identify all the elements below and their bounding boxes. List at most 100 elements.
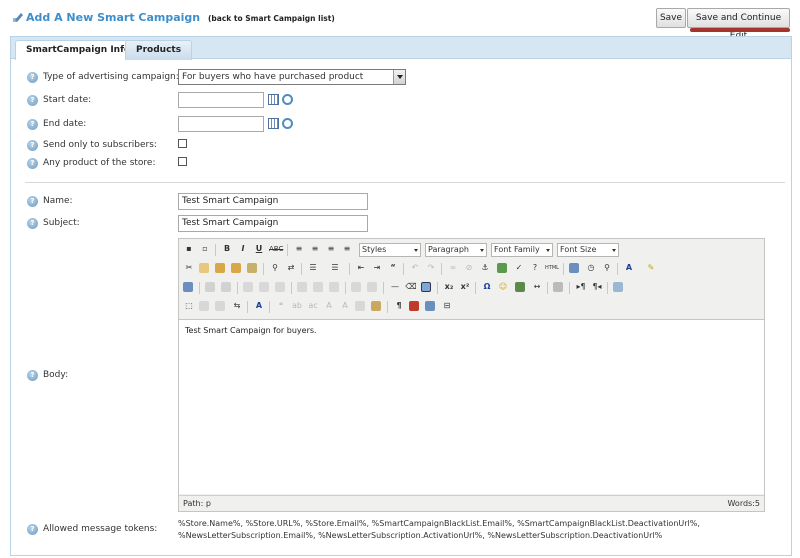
move-backward-icon[interactable] — [215, 301, 225, 311]
cell-props-icon[interactable] — [221, 282, 231, 292]
calendar-icon[interactable] — [268, 94, 279, 105]
help-editor-icon[interactable]: ? — [529, 262, 541, 274]
preview-icon[interactable]: ⚲ — [601, 262, 613, 274]
redo-icon[interactable]: ↷ — [425, 262, 437, 274]
back-to-list-link[interactable]: (back to Smart Campaign list) — [208, 14, 335, 23]
tab-products[interactable]: Products — [125, 40, 193, 60]
subscript-icon[interactable]: x₂ — [443, 281, 455, 293]
help-icon[interactable]: ? — [27, 119, 38, 130]
align-right-icon[interactable]: ≡ — [325, 243, 337, 255]
start-date-input[interactable] — [178, 92, 264, 108]
help-icon[interactable]: ? — [27, 370, 38, 381]
insert-layer-icon[interactable]: ⬚ — [183, 300, 195, 312]
clock-icon[interactable] — [282, 94, 293, 105]
delete-col-icon[interactable] — [329, 282, 339, 292]
align-center-icon[interactable]: ≡ — [309, 243, 321, 255]
numbered-list-icon[interactable]: ☰ — [329, 262, 341, 274]
del-icon[interactable]: A — [323, 300, 335, 312]
paste-text-icon[interactable] — [231, 263, 241, 273]
font-family-select[interactable]: Font Family — [491, 243, 553, 257]
bold-icon[interactable]: B — [221, 243, 233, 255]
end-date-input[interactable] — [178, 116, 264, 132]
align-left-icon[interactable]: ≡ — [293, 243, 305, 255]
subject-input[interactable]: Test Smart Campaign — [178, 215, 368, 232]
delete-row-icon[interactable] — [275, 282, 285, 292]
special-char-icon[interactable]: Ω — [481, 281, 493, 293]
split-cells-icon[interactable] — [351, 282, 361, 292]
save-and-continue-button[interactable]: Save and Continue Edit — [687, 8, 790, 41]
horizontal-rule-icon[interactable]: — — [389, 281, 401, 293]
help-icon[interactable]: ? — [27, 218, 38, 229]
row-props-icon[interactable] — [205, 282, 215, 292]
new-document-icon[interactable]: ▫ — [199, 243, 211, 255]
help-icon[interactable]: ? — [27, 524, 38, 535]
merge-cells-icon[interactable] — [367, 282, 377, 292]
outdent-icon[interactable]: ⇤ — [355, 262, 367, 274]
rtl-icon[interactable]: ¶◂ — [591, 281, 603, 293]
font-size-select[interactable]: Font Size — [557, 243, 619, 257]
replace-icon[interactable]: ⇄ — [285, 262, 297, 274]
move-forward-icon[interactable] — [199, 301, 209, 311]
help-icon[interactable]: ? — [27, 72, 38, 83]
help-icon[interactable]: ? — [27, 140, 38, 151]
find-icon[interactable]: ⚲ — [269, 262, 281, 274]
insert-date-icon[interactable] — [569, 263, 579, 273]
table-icon[interactable] — [183, 282, 193, 292]
remove-format-icon[interactable]: ⌫ — [405, 281, 417, 293]
visual-chars-icon[interactable]: ⊟ — [441, 300, 453, 312]
link-icon[interactable]: ∞ — [447, 262, 459, 274]
attribs-icon[interactable] — [355, 301, 365, 311]
insert-row-after-icon[interactable] — [259, 282, 269, 292]
help-icon[interactable]: ? — [27, 158, 38, 169]
campaign-type-select[interactable]: For buyers who have purchased product — [178, 69, 406, 85]
align-justify-icon[interactable]: ≡ — [341, 243, 353, 255]
calendar-icon[interactable] — [268, 118, 279, 129]
anchor-icon[interactable]: ⚓ — [479, 262, 491, 274]
visual-aid-icon[interactable] — [421, 282, 431, 292]
print-icon[interactable] — [553, 282, 563, 292]
insert-col-after-icon[interactable] — [313, 282, 323, 292]
media-icon[interactable] — [515, 282, 525, 292]
text-color-icon[interactable]: A — [623, 262, 635, 274]
styles-select[interactable]: Styles — [359, 243, 421, 257]
nonbreaking-icon[interactable] — [409, 301, 419, 311]
undo-icon[interactable]: ↶ — [409, 262, 421, 274]
tab-smartcampaign-info[interactable]: SmartCampaign Info — [15, 40, 142, 60]
ins-icon[interactable]: A — [339, 300, 351, 312]
clock-icon[interactable] — [282, 118, 293, 129]
template-icon[interactable] — [371, 301, 381, 311]
cleanup-icon[interactable]: ✓ — [513, 262, 525, 274]
help-icon[interactable]: ? — [27, 196, 38, 207]
help-icon[interactable]: ? — [27, 95, 38, 106]
paragraph-select[interactable]: Paragraph — [425, 243, 487, 257]
copy-icon[interactable] — [199, 263, 209, 273]
underline-icon[interactable]: U — [253, 243, 265, 255]
editor-content-area[interactable]: Test Smart Campaign for buyers. — [179, 319, 764, 494]
background-color-icon[interactable]: ✎ — [645, 262, 657, 274]
ltr-icon[interactable]: ▸¶ — [575, 281, 587, 293]
indent-icon[interactable]: ⇥ — [371, 262, 383, 274]
blockquote-icon[interactable]: “ — [387, 262, 399, 274]
cut-icon[interactable]: ✂ — [183, 262, 195, 274]
absolute-icon[interactable]: ⇆ — [231, 300, 243, 312]
show-blocks-icon[interactable]: ¶ — [393, 300, 405, 312]
insert-time-icon[interactable]: ◷ — [585, 262, 597, 274]
save-button[interactable]: Save — [656, 8, 686, 28]
image-icon[interactable] — [497, 263, 507, 273]
paste-word-icon[interactable] — [247, 263, 257, 273]
subscribers-only-checkbox[interactable] — [178, 139, 187, 148]
cite-icon[interactable]: ❝ — [275, 300, 287, 312]
acronym-icon[interactable]: ac — [307, 300, 319, 312]
paste-icon[interactable] — [215, 263, 225, 273]
flip-icon[interactable]: ↔ — [531, 281, 543, 293]
html-source-icon[interactable]: HTML — [545, 262, 559, 274]
any-product-checkbox[interactable] — [178, 157, 187, 166]
unlink-icon[interactable]: ⊘ — [463, 262, 475, 274]
name-input[interactable]: Test Smart Campaign — [178, 193, 368, 210]
strikethrough-icon[interactable]: ABC — [269, 243, 283, 255]
emotions-icon[interactable]: ☺ — [497, 281, 509, 293]
save-icon[interactable]: ▪ — [183, 243, 195, 255]
fullscreen-icon[interactable] — [613, 282, 623, 292]
italic-icon[interactable]: I — [237, 243, 249, 255]
pagebreak-icon[interactable] — [425, 301, 435, 311]
